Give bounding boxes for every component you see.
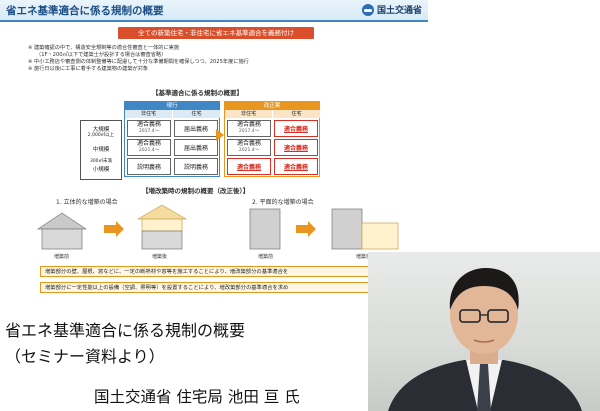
cell-medium-res: 適合義務 — [274, 139, 318, 156]
cell-text: 適合義務 — [236, 140, 261, 147]
size-large-sub: 2,000㎡以上 — [87, 133, 115, 138]
house-after-icon — [136, 205, 188, 250]
col-residential: 住宅 — [273, 110, 320, 118]
size-medium-label: 中規模 — [92, 147, 110, 153]
size-small-sub: 300㎡未満 — [89, 159, 113, 164]
col-non-residential: 非住宅 — [125, 110, 172, 118]
current-header: 現行 — [125, 102, 219, 110]
note-line: （1F・200㎡以下で建築士が設計する場合は審査省略） — [36, 52, 167, 58]
floorplan-before-icon — [249, 208, 281, 250]
cell-medium-non-res: 適合義務 2021.4～ — [127, 139, 171, 156]
mlit-logo-icon — [361, 3, 374, 16]
revised-header: 改正案 — [225, 102, 319, 110]
cell-large-non-res: 適合義務 2017.4～ — [127, 120, 171, 137]
caption-source: （セミナー資料より） — [5, 347, 165, 366]
cell-small-non-res: 適合義務 — [227, 158, 271, 175]
ministry-name: 国土交通省 — [376, 6, 422, 16]
floorplan-after-icon — [331, 208, 399, 250]
cell-large-non-res: 適合義務 2017.4～ — [227, 120, 271, 137]
size-small-label: 小規模 — [92, 167, 110, 173]
cell-medium-non-res: 適合義務 2021.4～ — [227, 139, 271, 156]
fig-after-label: 増築後 — [152, 254, 168, 260]
cell-small-res: 説明義務 — [174, 158, 218, 175]
cell-small-res: 適合義務 — [274, 158, 318, 175]
note-line: ※ 施行日以後に工事に着手する建築物の建築が対象 — [28, 66, 149, 72]
col-residential: 住宅 — [173, 110, 220, 118]
col-non-residential: 非住宅 — [225, 110, 272, 118]
arrow-right-icon — [104, 221, 124, 237]
revised-regulation-table: 改正案 非住宅 住宅 適合義務 2017.4～ 適合義務 適合義務 2021.4… — [224, 101, 320, 177]
cell-small-non-res: 説明義務 — [127, 158, 171, 175]
result-note-envelope: 増築部分の壁、屋根、窓などに、一定の断熱材や窓等を施工することにより、増改築部分… — [40, 266, 420, 277]
house-before-icon — [36, 212, 88, 250]
ministry-logo: 国土交通省 — [361, 3, 422, 16]
mandate-banner: 全ての新築住宅・非住宅に省エネ基準適合を義務付け — [118, 27, 314, 39]
cell-date: 2017.4～ — [138, 128, 160, 134]
cell-date: 2017.4～ — [238, 128, 260, 134]
current-regulation-table: 現行 非住宅 住宅 適合義務 2017.4～ 届出義務 適合義務 2021.4～… — [124, 101, 220, 177]
cell-text: 適合義務 — [136, 121, 161, 128]
arrow-right-icon — [216, 129, 224, 141]
speaker-portrait-icon — [388, 268, 582, 411]
note-line: ※ 建築確認の中で、構造安全規制等の適合性審査と一体的に実施 — [28, 45, 180, 51]
cell-text: 適合義務 — [136, 140, 161, 147]
arrow-right-icon — [296, 221, 316, 237]
cell-text: 適合義務 — [236, 121, 261, 128]
presentation-slide: 省エネ基準適合に係る規制の概要 国土交通省 全ての新築住宅・非住宅に省エネ基準適… — [0, 0, 428, 302]
slide-header: 省エネ基準適合に係る規制の概要 国土交通省 — [0, 0, 428, 22]
cell-date: 2021.4～ — [138, 147, 160, 153]
caption-title: 省エネ基準適合に係る規制の概要 — [5, 321, 246, 340]
note-line: ※ 中小工務店や審査側の体制整備等に配慮して十分な準備期間を確保しつつ、2025… — [28, 59, 249, 65]
cell-large-res: 届出義務 — [174, 120, 218, 137]
speaker-photo — [368, 252, 600, 411]
regulation-table-title: 【基準適合に係る規制の概要】 — [152, 89, 243, 97]
caption-speaker: 国土交通省 住宅局 池田 亘 氏 — [94, 388, 300, 406]
result-note-equipment: 増築部分に一定性能以上の設備（空調、照明等）を設置することにより、増改築部分の基… — [40, 282, 420, 293]
extension-diagram — [36, 205, 399, 250]
fig-before-label: 増築前 — [258, 254, 274, 260]
cell-large-res: 適合義務 — [274, 120, 318, 137]
extension-title: 【増改築時の規制の概要（改正後）】 — [142, 187, 250, 195]
slide-title: 省エネ基準適合に係る規制の概要 — [6, 5, 164, 17]
fig-before-label: 増築前 — [54, 254, 70, 260]
cell-date: 2021.4～ — [238, 147, 260, 153]
cell-medium-res: 届出義務 — [174, 139, 218, 156]
